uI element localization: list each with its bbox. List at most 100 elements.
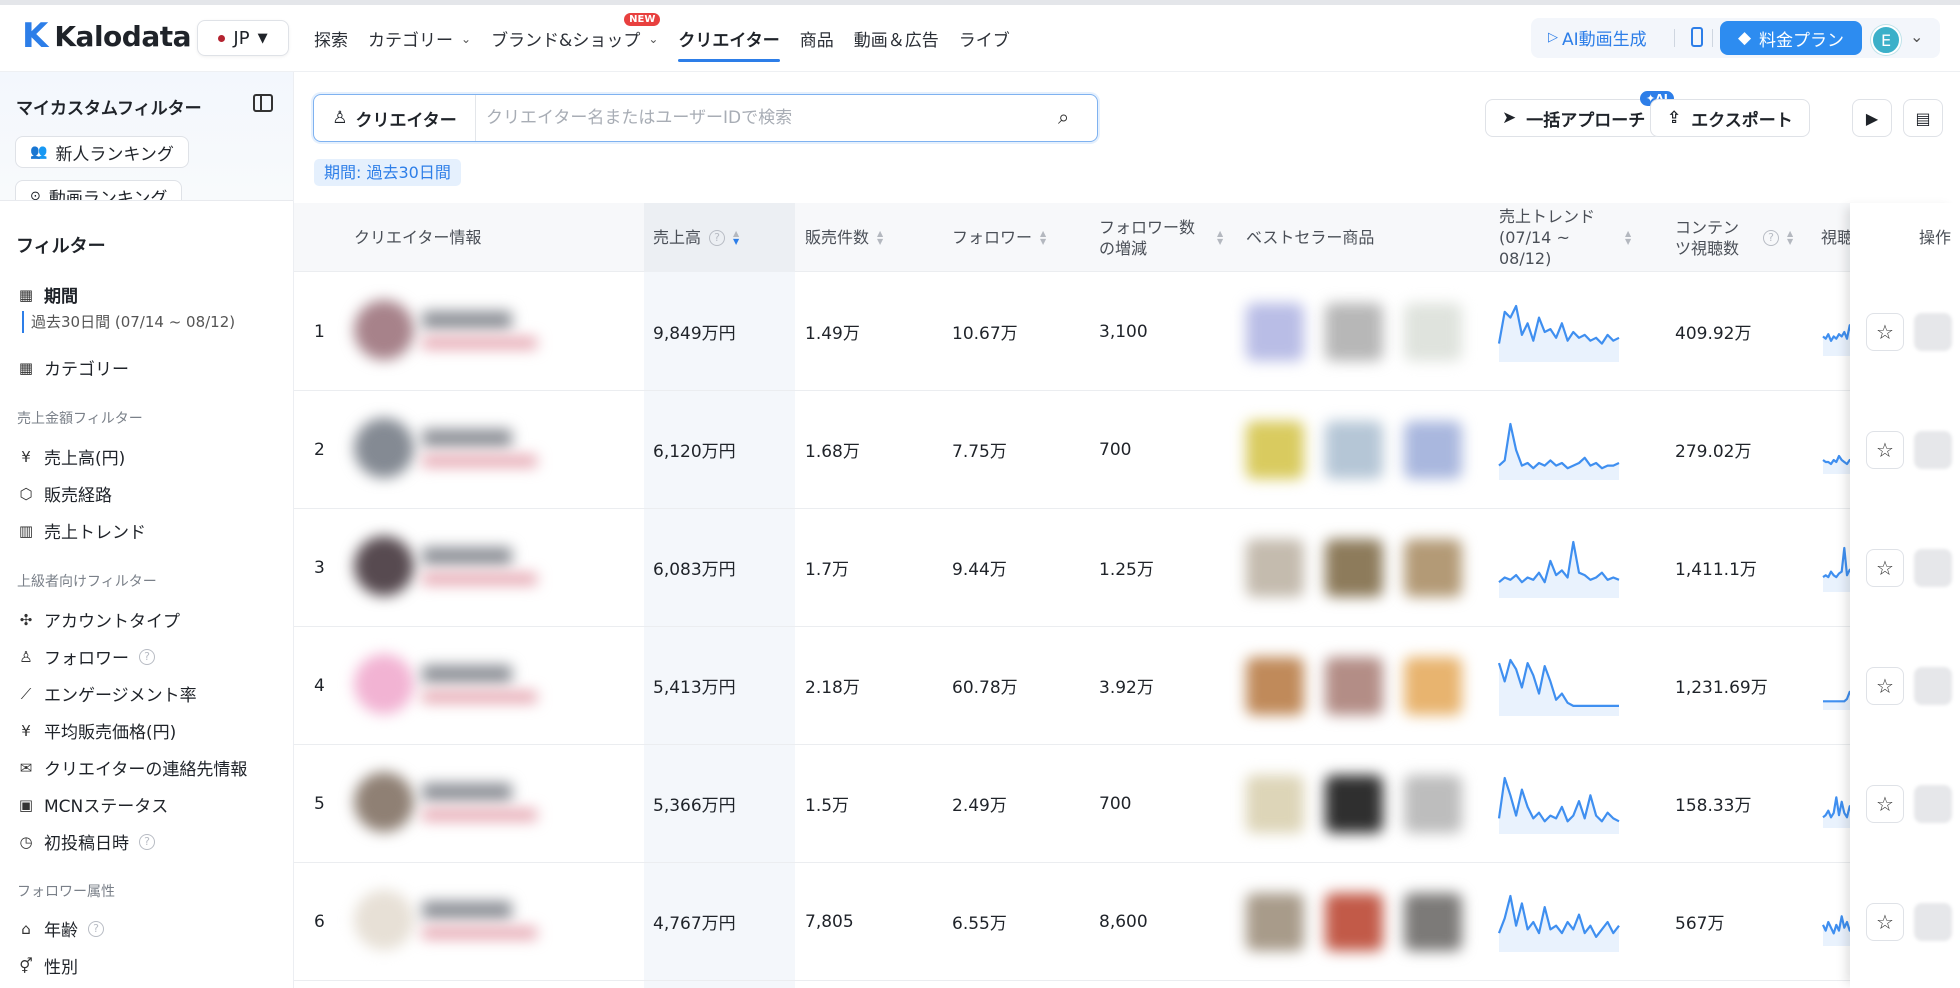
row-action-button[interactable] — [1914, 903, 1952, 941]
logo[interactable]: K Kalodata — [22, 19, 192, 53]
sort-icon[interactable]: ▲ ▼ — [1217, 229, 1223, 246]
sales-trend-chart[interactable] — [1497, 772, 1621, 838]
table-row[interactable]: 3 6,083万円 1.7万 9.44万 1.25万 1,411.1万 — [294, 509, 1960, 627]
filter-revenue[interactable]: ¥ 売上高(円) — [18, 444, 125, 470]
country-selector[interactable]: JP ▼ — [197, 20, 289, 56]
help-icon[interactable]: ? — [1763, 229, 1779, 246]
pricing-button[interactable]: ◆ 料金プラン — [1720, 21, 1862, 55]
collapse-sidebar-icon[interactable] — [253, 94, 273, 112]
col-revenue[interactable]: 売上高? ▲ ▼ — [653, 203, 739, 272]
bestseller-product-image[interactable] — [1404, 893, 1462, 951]
favorite-star-icon[interactable]: ☆ — [1866, 431, 1904, 469]
nav-item-5[interactable]: 動画＆広告 — [854, 5, 939, 72]
table-row[interactable]: 4 5,413万円 2.18万 60.78万 3.92万 1,231.69万 — [294, 627, 1960, 745]
filter-avg-price[interactable]: ¥ 平均販売価格(円) — [18, 718, 176, 744]
filter-sales-channel[interactable]: ⬡ 販売経路 — [18, 481, 112, 507]
nav-item-3[interactable]: クリエイター — [678, 5, 781, 72]
period-value[interactable]: 過去30日間 (07/14 ~ 08/12) — [22, 311, 235, 333]
bestseller-product-image[interactable] — [1246, 893, 1304, 951]
creator-avatar[interactable] — [354, 654, 414, 714]
row-action-button[interactable] — [1914, 549, 1952, 587]
filter-account-type[interactable]: ✣ アカウントタイプ — [18, 607, 180, 633]
table-row[interactable]: 1 9,849万円 1.49万 10.67万 3,100 409.92万 — [294, 273, 1960, 391]
bestseller-product-image[interactable] — [1246, 657, 1304, 715]
chip-new-ranking[interactable]: 👥 新人ランキング — [15, 136, 189, 168]
col-follower-growth[interactable]: フォロワー数 の増減 ▲ ▼ — [1099, 203, 1223, 272]
creator-name-blurred[interactable] — [422, 665, 512, 683]
bestseller-product-image[interactable] — [1246, 539, 1304, 597]
filter-mcn-status[interactable]: ▣ MCNステータス — [18, 792, 168, 818]
bestseller-product-image[interactable] — [1325, 775, 1383, 833]
favorite-star-icon[interactable]: ☆ — [1866, 785, 1904, 823]
col-followers[interactable]: フォロワー ▲ ▼ — [952, 203, 1046, 272]
sort-icon[interactable]: ▲ ▼ — [1787, 229, 1793, 246]
sales-trend-chart[interactable] — [1497, 890, 1621, 956]
nav-item-2[interactable]: ブランド&ショップ ⌄ NEW — [491, 5, 661, 72]
bestseller-product-image[interactable] — [1404, 775, 1462, 833]
favorite-star-icon[interactable]: ☆ — [1866, 313, 1904, 351]
chevron-down-icon[interactable]: ⌄ — [1910, 27, 1923, 46]
col-trend[interactable]: 売上トレンド (07/14 ~ 08/12) ▲ ▼ — [1499, 203, 1631, 272]
creator-name-blurred[interactable] — [422, 783, 512, 801]
bestseller-product-image[interactable] — [1246, 775, 1304, 833]
filter-engagement[interactable]: ⟋ エンゲージメント率 — [18, 681, 197, 707]
nav-item-6[interactable]: ライブ — [959, 5, 1010, 72]
bestseller-product-image[interactable] — [1325, 657, 1383, 715]
col-items-sold[interactable]: 販売件数 ▲ ▼ — [805, 203, 883, 272]
table-row[interactable]: 6 4,767万円 7,805 6.55万 8,600 567万 — [294, 863, 1960, 981]
creator-name-blurred[interactable] — [422, 311, 512, 329]
table-row[interactable]: 5 5,366万円 1.5万 2.49万 700 158.33万 — [294, 745, 1960, 863]
creator-name-blurred[interactable] — [422, 429, 512, 447]
nav-item-1[interactable]: カテゴリー ⌄ — [368, 5, 471, 72]
bestseller-product-image[interactable] — [1404, 657, 1462, 715]
creator-avatar[interactable] — [354, 890, 414, 950]
search-icon[interactable]: ⌕ — [1058, 105, 1069, 129]
filter-age[interactable]: ⌂ 年齢? — [18, 916, 104, 941]
user-avatar[interactable]: E — [1871, 25, 1901, 55]
bulk-approach-button[interactable]: ➤ 一括アプローチ — [1485, 99, 1663, 137]
row-action-button[interactable] — [1914, 431, 1952, 469]
filter-period[interactable]: ▦ 期間 — [18, 282, 78, 308]
bestseller-product-image[interactable] — [1404, 539, 1462, 597]
row-action-button[interactable] — [1914, 667, 1952, 705]
row-action-button[interactable] — [1914, 313, 1952, 351]
bestseller-product-image[interactable] — [1325, 539, 1383, 597]
help-icon[interactable]: ? — [139, 648, 155, 665]
sort-icon[interactable]: ▲ ▼ — [1625, 229, 1631, 246]
bestseller-product-image[interactable] — [1325, 421, 1383, 479]
bestseller-product-image[interactable] — [1404, 421, 1462, 479]
sales-trend-chart[interactable] — [1497, 536, 1621, 602]
favorite-star-icon[interactable]: ☆ — [1866, 903, 1904, 941]
period-tag[interactable]: 期間: 過去30日間 — [314, 159, 461, 186]
nav-item-4[interactable]: 商品 — [800, 5, 834, 72]
col-views[interactable]: コンテン ツ視聴数? ▲ ▼ — [1675, 203, 1793, 272]
favorite-star-icon[interactable]: ☆ — [1866, 549, 1904, 587]
creator-name-blurred[interactable] — [422, 547, 512, 565]
chip-video-ranking[interactable]: ⊙ 動画ランキング — [15, 180, 183, 200]
creator-avatar[interactable] — [354, 300, 414, 360]
row-action-button[interactable] — [1914, 785, 1952, 823]
search-type-selector[interactable]: ♙ クリエイター — [314, 95, 476, 141]
help-icon[interactable]: ? — [88, 920, 104, 937]
filter-followers[interactable]: ♙ フォロワー? — [18, 644, 155, 669]
bestseller-product-image[interactable] — [1325, 303, 1383, 361]
filter-first-post[interactable]: ◷ 初投稿日時? — [18, 829, 155, 854]
filter-gender[interactable]: ⚥ 性別 — [18, 953, 78, 979]
creator-avatar[interactable] — [354, 418, 414, 478]
sales-trend-chart[interactable] — [1497, 300, 1621, 366]
ai-video-button[interactable]: ▷ AI動画生成 — [1548, 25, 1647, 50]
help-icon[interactable]: ? — [139, 833, 155, 850]
creator-name-blurred[interactable] — [422, 901, 512, 919]
filter-sales-trend[interactable]: ▥ 売上トレンド — [18, 518, 146, 544]
bestseller-product-image[interactable] — [1325, 893, 1383, 951]
sort-icon[interactable]: ▲ ▼ — [1040, 229, 1046, 246]
table-row[interactable]: 2 6,120万円 1.68万 7.75万 700 279.02万 — [294, 391, 1960, 509]
filter-contact-info[interactable]: ✉ クリエイターの連絡先情報 — [18, 755, 248, 781]
search-input[interactable] — [486, 105, 1046, 131]
creator-avatar[interactable] — [354, 772, 414, 832]
mobile-icon[interactable] — [1691, 27, 1703, 47]
bestseller-product-image[interactable] — [1246, 421, 1304, 479]
play-button[interactable]: ▶ — [1852, 99, 1892, 137]
sales-trend-chart[interactable] — [1497, 654, 1621, 720]
favorite-star-icon[interactable]: ☆ — [1866, 667, 1904, 705]
